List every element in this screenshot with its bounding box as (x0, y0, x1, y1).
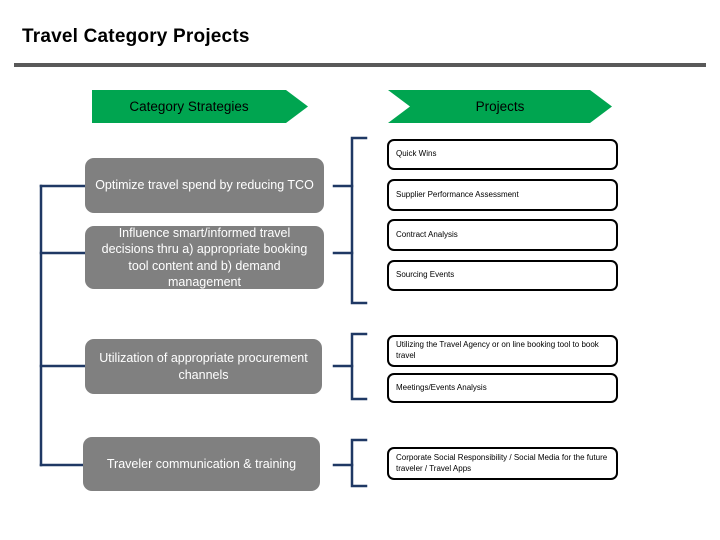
project-label: Quick Wins (396, 149, 437, 159)
project-label: Sourcing Events (396, 270, 455, 280)
strategy-label: Influence smart/informed travel decision… (101, 225, 308, 290)
strategy-box-procurement[interactable]: Utilization of appropriate procurement c… (85, 339, 322, 394)
strategy-box-influence-decisions[interactable]: Influence smart/informed travel decision… (85, 226, 324, 289)
project-label: Corporate Social Responsibility / Social… (396, 452, 608, 473)
strategy-box-communication[interactable]: Traveler communication & training (83, 437, 320, 491)
project-box-quick-wins[interactable]: Quick Wins (387, 139, 618, 170)
project-label: Contract Analysis (396, 229, 458, 239)
strategy-label: Traveler communication & training (106, 456, 297, 471)
page-title: Travel Category Projects (22, 26, 250, 47)
strategy-label: Optimize travel spend by reducing TCO (95, 178, 314, 193)
bracket-group-1 (350, 136, 368, 305)
bracket-group-2 (350, 332, 368, 401)
project-box-supplier-performance[interactable]: Supplier Performance Assessment (387, 179, 618, 211)
project-label: Meetings/Events Analysis (396, 382, 487, 392)
slide-canvas: Travel Category Projects Category Strate… (0, 0, 720, 540)
banner-category-strategies: Category Strategies (92, 90, 308, 123)
banner-projects-label: Projects (475, 99, 525, 114)
banner-category-strategies-label: Category Strategies (129, 99, 249, 114)
banner-projects: Projects (388, 90, 612, 123)
project-box-csr-social-media[interactable]: Corporate Social Responsibility / Social… (387, 447, 618, 480)
title-divider (14, 63, 706, 67)
project-box-travel-agency-booking[interactable]: Utilizing the Travel Agency or on line b… (387, 335, 618, 367)
project-box-contract-analysis[interactable]: Contract Analysis (387, 219, 618, 251)
project-label: Supplier Performance Assessment (396, 189, 519, 199)
project-box-sourcing-events[interactable]: Sourcing Events (387, 260, 618, 291)
bracket-group-3 (350, 438, 368, 488)
strategy-label: Utilization of appropriate procurement c… (99, 351, 308, 382)
project-box-meetings-events[interactable]: Meetings/Events Analysis (387, 373, 618, 403)
project-label: Utilizing the Travel Agency or on line b… (396, 340, 599, 360)
strategy-box-optimize-tco[interactable]: Optimize travel spend by reducing TCO (85, 158, 324, 213)
